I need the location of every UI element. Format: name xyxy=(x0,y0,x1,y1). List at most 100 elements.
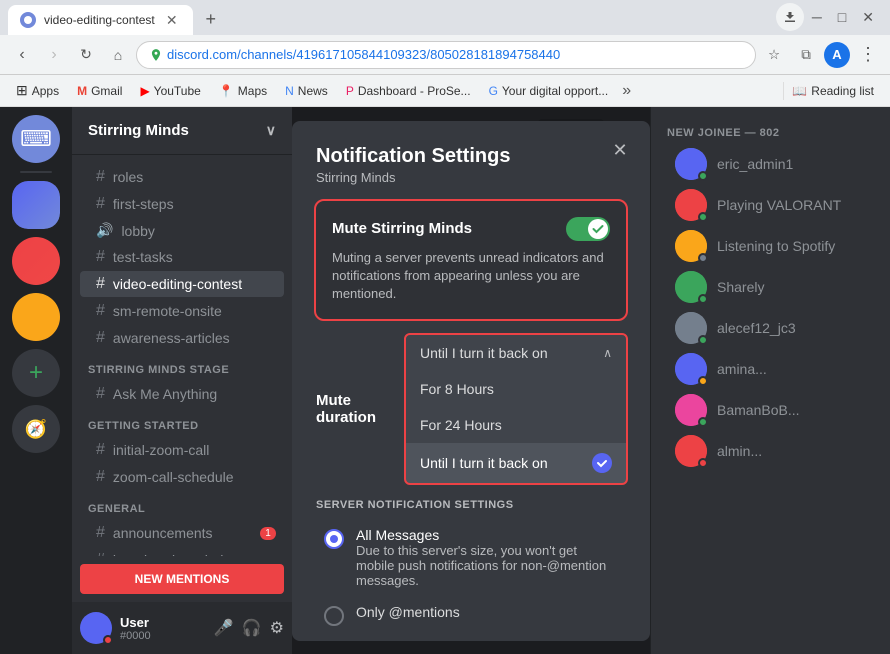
channel-item-announcements[interactable]: # announcements 1 xyxy=(80,520,284,546)
gmail-label: Gmail xyxy=(91,84,122,98)
duration-option-forever[interactable]: Until I turn it back on xyxy=(406,443,626,483)
duration-dropdown-header[interactable]: Until I turn it back on ∧ xyxy=(406,335,626,371)
category-stirring-minds-stage[interactable]: STIRRING MINDS STAGE xyxy=(72,352,292,380)
new-mentions-button[interactable]: NEW MENTIONS xyxy=(80,564,284,594)
radio-nothing[interactable]: Nothing xyxy=(316,634,626,640)
radio-all-messages[interactable]: All Messages Due to this server's size, … xyxy=(316,519,626,596)
channel-item-first-steps[interactable]: # first-steps xyxy=(80,191,284,217)
minimize-button[interactable]: ─ xyxy=(804,5,830,29)
hash-icon-4: # xyxy=(96,275,105,293)
member-item-1[interactable]: eric_admin1 xyxy=(659,144,882,184)
menu-button[interactable]: ⋮ xyxy=(854,41,882,69)
profile-download-icon[interactable] xyxy=(776,3,804,31)
mute-toggle[interactable] xyxy=(566,217,610,241)
modal-title: Notification Settings xyxy=(316,145,626,168)
modal-close-button[interactable]: ✕ xyxy=(606,137,634,165)
member-name-7: BamanBoB... xyxy=(717,402,800,418)
channel-item-sm-remote[interactable]: # sm-remote-onsite xyxy=(80,298,284,324)
profile-avatar[interactable]: A xyxy=(824,42,850,68)
member-item-4[interactable]: Sharely xyxy=(659,267,882,307)
server-icon-2[interactable] xyxy=(12,237,60,285)
mute-duration-label: Mute duration xyxy=(316,392,406,426)
member-item-7[interactable]: BamanBoB... xyxy=(659,390,882,430)
channel-item-video-editing[interactable]: # video-editing-contest xyxy=(80,271,284,297)
member-item-8[interactable]: almin... xyxy=(659,431,882,471)
new-tab-button[interactable]: + xyxy=(197,5,225,33)
active-channel-name: video-editing-contest xyxy=(113,276,242,292)
radio-only-mentions[interactable]: Only @mentions xyxy=(316,596,626,634)
server-header[interactable]: Stirring Minds ∨ xyxy=(72,107,292,155)
bookmark-google[interactable]: G Your digital opport... xyxy=(481,82,617,100)
tab-favicon xyxy=(20,12,36,28)
bookmark-dashboard[interactable]: P Dashboard - ProSe... xyxy=(338,82,479,100)
channel-item-ask-me[interactable]: # Ask Me Anything xyxy=(80,381,284,407)
new-joinee-section-header: NEW JOINEE — 802 xyxy=(651,119,890,143)
member-name-2: Playing VALORANT xyxy=(717,197,841,213)
channel-item-lobby[interactable]: 🔊 lobby xyxy=(80,218,284,243)
category-getting-started[interactable]: GETTING STARTED xyxy=(72,408,292,436)
mute-duration-row: Mute duration Until I turn it back on ∧ … xyxy=(316,335,626,483)
radio-button-all-messages[interactable] xyxy=(324,529,344,549)
reading-list-button[interactable]: 📖 Reading list xyxy=(783,82,882,100)
channel-item-roles[interactable]: # roles xyxy=(80,164,284,190)
settings-button[interactable]: ⚙ xyxy=(270,618,284,638)
duration-option-24h[interactable]: For 24 Hours xyxy=(406,407,626,443)
hash-icon-8: # xyxy=(96,441,105,459)
channel-item-awareness[interactable]: # awareness-articles xyxy=(80,325,284,351)
active-tab[interactable]: video-editing-contest ✕ xyxy=(8,5,193,35)
server-icon-1[interactable] xyxy=(12,181,60,229)
bookmark-apps[interactable]: ⊞ Apps xyxy=(8,80,67,101)
mic-button[interactable]: 🎤 xyxy=(214,618,234,638)
member-avatar-8 xyxy=(675,435,707,467)
main-content: # video-editing-contest Search 👥 Notific… xyxy=(292,107,650,654)
channel-item-learning[interactable]: # learning--knowledge--re... xyxy=(80,547,284,556)
notification-settings-modal: Notification Settings Stirring Minds ✕ M… xyxy=(292,121,650,641)
member-item-5[interactable]: alecef12_jc3 xyxy=(659,308,882,348)
news-label: News xyxy=(298,84,328,98)
member-item-6[interactable]: amina... xyxy=(659,349,882,389)
member-avatar-4 xyxy=(675,271,707,303)
more-bookmarks-icon[interactable]: » xyxy=(618,80,635,102)
member-name-1: eric_admin1 xyxy=(717,156,793,172)
toggle-knob xyxy=(588,219,608,239)
reload-button[interactable]: ↻ xyxy=(72,41,100,69)
maximize-button[interactable]: □ xyxy=(830,5,854,29)
bookmark-star-icon[interactable]: ☆ xyxy=(760,41,788,69)
bookmark-gmail[interactable]: M Gmail xyxy=(69,82,130,100)
extensions-icon[interactable]: ⧉ xyxy=(792,41,820,69)
duration-option-8h[interactable]: For 8 Hours xyxy=(406,371,626,407)
reading-list-label: Reading list xyxy=(811,84,874,98)
member-name-6: amina... xyxy=(717,361,767,377)
category-general[interactable]: GENERAL xyxy=(72,491,292,519)
member-name-5: alecef12_jc3 xyxy=(717,320,796,336)
duration-24h-label: For 24 Hours xyxy=(420,417,502,433)
server-notification-section: SERVER NOTIFICATION SETTINGS All Message… xyxy=(316,499,626,640)
channel-item-test-tasks[interactable]: # test-tasks xyxy=(80,244,284,270)
app-content: ⌨ + 🧭 Stirring Minds ∨ # roles # first xyxy=(0,107,890,654)
close-tab-icon[interactable]: ✕ xyxy=(163,11,181,29)
channel-list: # roles # first-steps 🔊 lobby # test-tas… xyxy=(72,155,292,556)
home-button[interactable]: ⌂ xyxy=(104,41,132,69)
dashboard-icon: P xyxy=(346,84,354,98)
radio-text-mentions: Only @mentions xyxy=(356,604,460,620)
bookmark-youtube[interactable]: ▶ YouTube xyxy=(132,82,208,100)
add-server-icon[interactable]: + xyxy=(12,349,60,397)
close-button[interactable]: ✕ xyxy=(854,5,882,30)
headphones-button[interactable]: 🎧 xyxy=(242,618,262,638)
address-bar[interactable]: discord.com/channels/419617105844109323/… xyxy=(136,41,756,69)
server-icon-3[interactable] xyxy=(12,293,60,341)
bookmark-maps[interactable]: 📍 Maps xyxy=(211,82,275,100)
discord-home-icon[interactable]: ⌨ xyxy=(12,115,60,163)
member-item-3[interactable]: Listening to Spotify xyxy=(659,226,882,266)
member-item-2[interactable]: Playing VALORANT xyxy=(659,185,882,225)
radio-button-mentions[interactable] xyxy=(324,606,344,626)
duration-dropdown: Until I turn it back on ∧ For 8 Hours Fo… xyxy=(406,335,626,483)
channel-item-zoom-schedule[interactable]: # zoom-call-schedule xyxy=(80,464,284,490)
explore-servers-icon[interactable]: 🧭 xyxy=(12,405,60,453)
forward-button[interactable]: › xyxy=(40,41,68,69)
channel-item-initial-zoom[interactable]: # initial-zoom-call xyxy=(80,437,284,463)
browser-toolbar: ‹ › ↻ ⌂ discord.com/channels/41961710584… xyxy=(0,35,890,75)
tab-title: video-editing-contest xyxy=(44,13,155,27)
bookmark-news[interactable]: N News xyxy=(277,82,336,100)
back-button[interactable]: ‹ xyxy=(8,41,36,69)
